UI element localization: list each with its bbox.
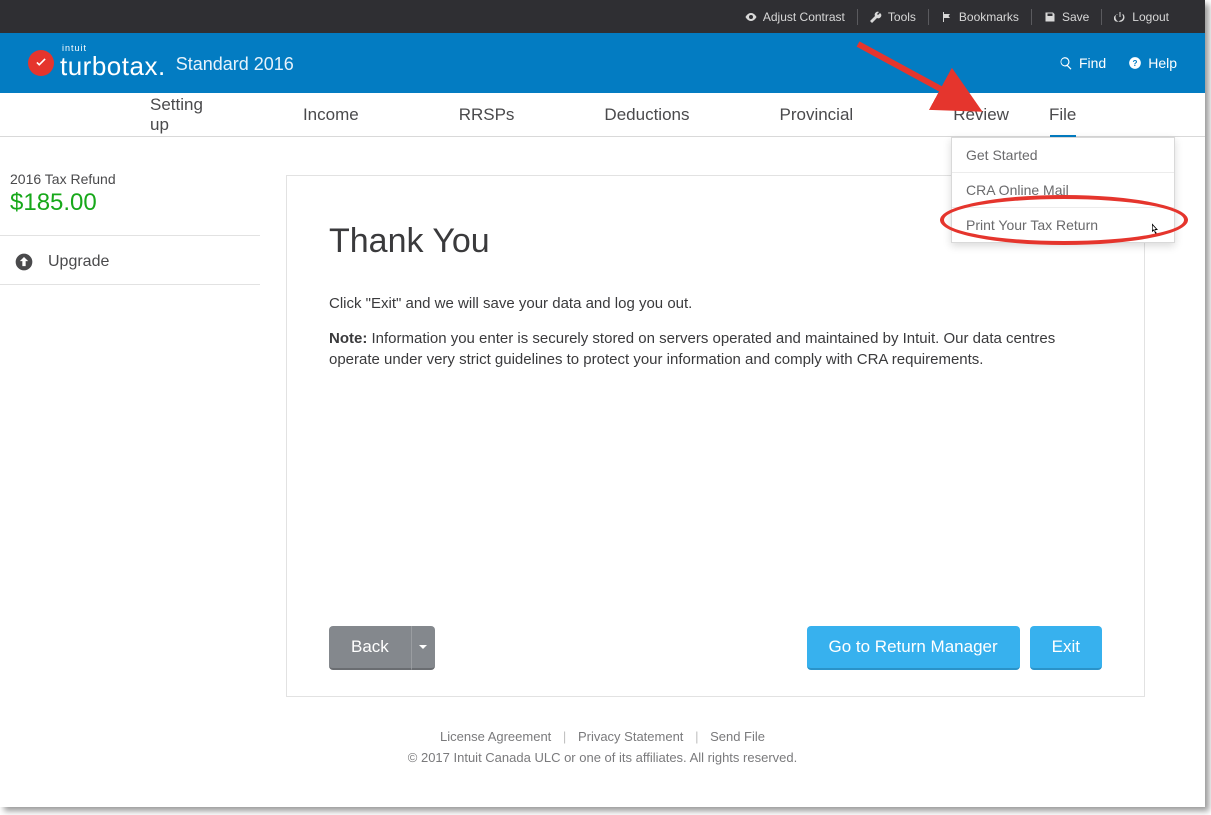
eye-icon	[745, 11, 757, 23]
help-button[interactable]: ? Help	[1128, 55, 1177, 71]
sidebar: 2016 Tax Refund $185.00 Upgrade	[0, 137, 286, 697]
upgrade-arrow-icon	[14, 252, 34, 272]
refund-label: 2016 Tax Refund	[10, 171, 286, 187]
note-paragraph: Note: Information you enter is securely …	[329, 328, 1102, 370]
footer-send-file[interactable]: Send File	[710, 729, 765, 744]
file-dropdown: Get Started CRA Online Mail Print Your T…	[951, 137, 1175, 243]
back-dropdown-button[interactable]	[411, 626, 435, 670]
exit-instruction: Click "Exit" and we will save your data …	[329, 293, 1102, 314]
footer-license[interactable]: License Agreement	[440, 729, 551, 744]
brand-bar: intuit turbotax. Standard 2016 Find ? He…	[0, 33, 1205, 93]
tab-review[interactable]: Review	[933, 93, 1029, 137]
footer-privacy[interactable]: Privacy Statement	[578, 729, 684, 744]
tools-link[interactable]: Tools	[858, 10, 928, 24]
adjust-contrast-link[interactable]: Adjust Contrast	[733, 10, 857, 24]
bookmarks-link[interactable]: Bookmarks	[929, 10, 1031, 24]
save-link[interactable]: Save	[1032, 10, 1101, 24]
tab-rrsps[interactable]: RRSPs	[439, 93, 535, 137]
refund-amount: $185.00	[10, 189, 286, 217]
find-button[interactable]: Find	[1059, 55, 1106, 71]
save-icon	[1044, 11, 1056, 23]
cursor-pointer-icon	[1146, 222, 1162, 238]
logout-link[interactable]: Logout	[1102, 10, 1181, 24]
tab-provincial[interactable]: Provincial	[759, 93, 873, 137]
dd-print-your-tax-return[interactable]: Print Your Tax Return	[952, 208, 1174, 242]
svg-text:?: ?	[1133, 59, 1138, 68]
help-icon: ?	[1128, 56, 1142, 70]
tab-income[interactable]: Income	[283, 93, 379, 137]
flag-icon	[941, 11, 953, 23]
utility-bar: Adjust Contrast Tools Bookmarks Save Log…	[0, 0, 1205, 33]
main-nav: Setting up Income RRSPs Deductions Provi…	[0, 93, 1205, 137]
dd-cra-online-mail[interactable]: CRA Online Mail	[952, 173, 1174, 208]
footer-copyright: © 2017 Intuit Canada ULC or one of its a…	[0, 750, 1205, 765]
footer: License Agreement | Privacy Statement | …	[0, 697, 1205, 765]
return-manager-button[interactable]: Go to Return Manager	[807, 626, 1020, 670]
power-icon	[1114, 11, 1126, 23]
dd-get-started[interactable]: Get Started	[952, 138, 1174, 173]
main-panel: Thank You Click "Exit" and we will save …	[286, 175, 1145, 697]
back-button[interactable]: Back	[329, 626, 411, 670]
logo: intuit turbotax.	[28, 44, 166, 82]
tab-deductions[interactable]: Deductions	[584, 93, 709, 137]
wrench-icon	[870, 11, 882, 23]
exit-button[interactable]: Exit	[1030, 626, 1102, 670]
product-edition: Standard 2016	[176, 54, 294, 75]
caret-down-icon	[418, 642, 428, 652]
tab-setting-up[interactable]: Setting up	[130, 93, 223, 137]
search-icon	[1059, 56, 1073, 70]
check-badge-icon	[28, 50, 54, 76]
upgrade-link[interactable]: Upgrade	[10, 244, 286, 282]
tab-file[interactable]: File	[1029, 93, 1096, 137]
